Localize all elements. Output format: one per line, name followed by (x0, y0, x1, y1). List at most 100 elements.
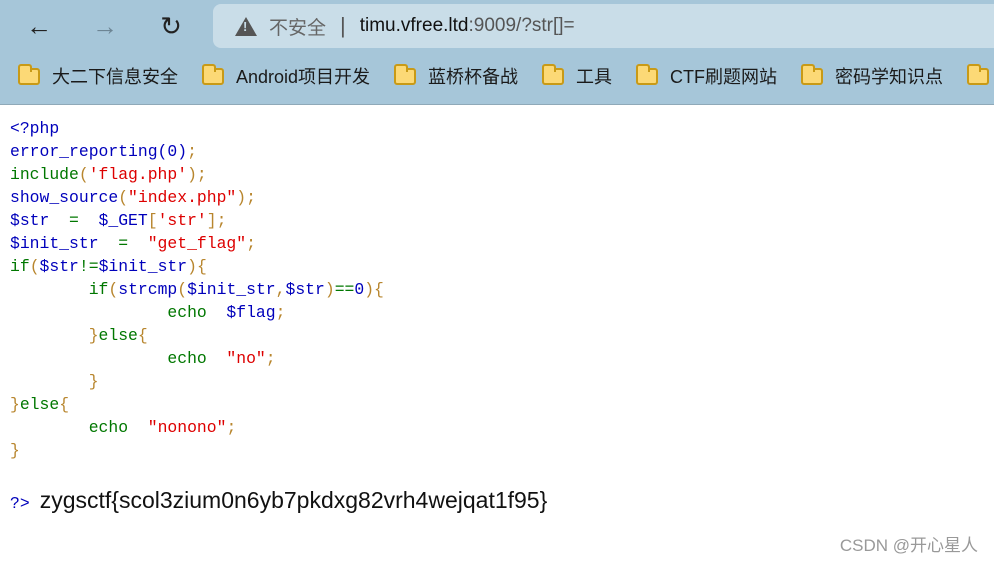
folder-icon (801, 63, 824, 85)
code-token: ; (275, 303, 286, 322)
php-close-tag: ?> (10, 494, 30, 513)
bookmark-5[interactable]: 密码学知识点 (801, 63, 943, 89)
folder-icon (202, 63, 224, 85)
code-line: }else{ (10, 393, 384, 416)
code-token: ) (324, 280, 335, 299)
code-token: != (78, 257, 99, 276)
code-token: { (137, 326, 148, 345)
code-line: }else{ (10, 324, 384, 347)
folder-icon (636, 63, 659, 85)
url-rest: :9009/?str[]= (468, 15, 575, 36)
code-token: 0 (354, 280, 365, 299)
code-line: show_source("index.php"); (10, 186, 384, 209)
bookmark-0[interactable]: 大二下信息安全 (18, 63, 178, 89)
bookmark-label: 密码学知识点 (835, 67, 944, 87)
code-token: [ (147, 211, 158, 230)
code-token: ( (29, 257, 40, 276)
code-token: 'str' (157, 211, 207, 230)
code-token: == (334, 280, 355, 299)
code-token: if (10, 257, 30, 276)
forward-button[interactable]: → (87, 8, 123, 44)
code-line: include('flag.php'); (10, 163, 384, 186)
bookmark-3[interactable]: 工具 (542, 63, 612, 89)
code-token: } (10, 395, 20, 414)
code-token: echo (88, 418, 148, 437)
bookmark-overflow[interactable] (967, 63, 994, 85)
php-source: <?php error_reporting(0); include('flag.ph… (10, 117, 384, 462)
code-token: "get_flag" (147, 234, 247, 253)
code-token: $init_str (187, 280, 276, 299)
code-token: } (88, 326, 99, 345)
folder-icon (542, 63, 565, 85)
bookmark-2[interactable]: 蓝桥杯备战 (394, 63, 518, 89)
bookmark-label: 蓝桥杯备战 (428, 67, 519, 87)
code-line: echo $flag; (10, 301, 384, 324)
code-token: ){ (364, 280, 384, 299)
code-token: $_GET (98, 211, 148, 230)
code-line: <?php (10, 117, 384, 140)
code-token: } (88, 372, 99, 391)
code-token: ; (226, 418, 237, 437)
url-text[interactable]: timu.vfree.ltd:9009/?str[]= (360, 15, 575, 37)
arrow-left-icon: ← (26, 10, 52, 41)
code-token: ); (187, 165, 207, 184)
code-token: ( (78, 165, 89, 184)
folder-icon (967, 63, 990, 85)
address-bar[interactable]: 不安全 | timu.vfree.ltd:9009/?str[]= (213, 4, 994, 48)
code-token: 'flag.php' (88, 165, 188, 184)
code-token: ( (177, 280, 188, 299)
code-line: $str = $_GET['str']; (10, 209, 384, 232)
code-token: "nonono" (147, 418, 227, 437)
code-line: if($str!=$init_str){ (10, 255, 384, 278)
warning-icon[interactable] (235, 16, 257, 36)
code-token: error_reporting(0) (10, 142, 188, 161)
back-button[interactable]: ← (21, 8, 57, 44)
code-token: show_source (10, 188, 119, 207)
code-token: $init_str (10, 234, 99, 253)
code-line: $init_str = "get_flag"; (10, 232, 384, 255)
code-token: = (49, 211, 99, 230)
code-line: echo "nonono"; (10, 416, 384, 439)
code-token: ( (108, 280, 119, 299)
bookmark-4[interactable]: CTF刷题网站 (636, 63, 777, 89)
code-token: <?php (10, 119, 60, 138)
folder-icon (18, 63, 40, 85)
bookmark-label: 工具 (576, 67, 613, 87)
page-output: ?> zygsctf{scol3zium0n6yb7pkdxg82vrh4wej… (10, 487, 547, 514)
url-host: timu.vfree.ltd (359, 15, 469, 36)
code-token: $str (39, 257, 79, 276)
bookmark-1[interactable]: Android项目开发 (202, 63, 370, 89)
code-token: ( (118, 188, 129, 207)
code-token: $str (285, 280, 325, 299)
code-token: else (19, 395, 60, 414)
folder-icon (394, 63, 417, 85)
security-label[interactable]: 不安全 (269, 13, 326, 40)
code-token: $str (10, 211, 50, 230)
watermark: CSDN @开心星人 (839, 536, 978, 555)
code-token: "index.php" (128, 188, 237, 207)
code-token: ); (236, 188, 256, 207)
code-token: ]; (206, 211, 227, 230)
code-token: else (98, 326, 138, 345)
code-token: ){ (187, 257, 207, 276)
flag-output: zygsctf{scol3zium0n6yb7pkdxg82vrh4wejqat… (39, 487, 548, 513)
code-token: include (10, 165, 79, 184)
code-token: { (59, 395, 70, 414)
code-token: echo (167, 349, 227, 368)
code-token: = (98, 234, 148, 253)
code-token: ; (265, 349, 276, 368)
bookmark-label: CTF刷题网站 (670, 67, 778, 87)
browser-chrome: ← → ↻ 不安全 | timu.vfree.ltd:9009/?str[]= … (0, 0, 994, 105)
code-token: } (10, 441, 20, 460)
divider: | (340, 13, 346, 38)
code-token: ; (187, 142, 197, 161)
reload-button[interactable]: ↻ (153, 8, 189, 44)
code-token: $flag (226, 303, 276, 322)
reload-icon: ↻ (160, 10, 182, 41)
bookmarks-bar: 大二下信息安全 Android项目开发 蓝桥杯备战 工具 CTF刷题网站 密码学知识点 (0, 58, 994, 94)
